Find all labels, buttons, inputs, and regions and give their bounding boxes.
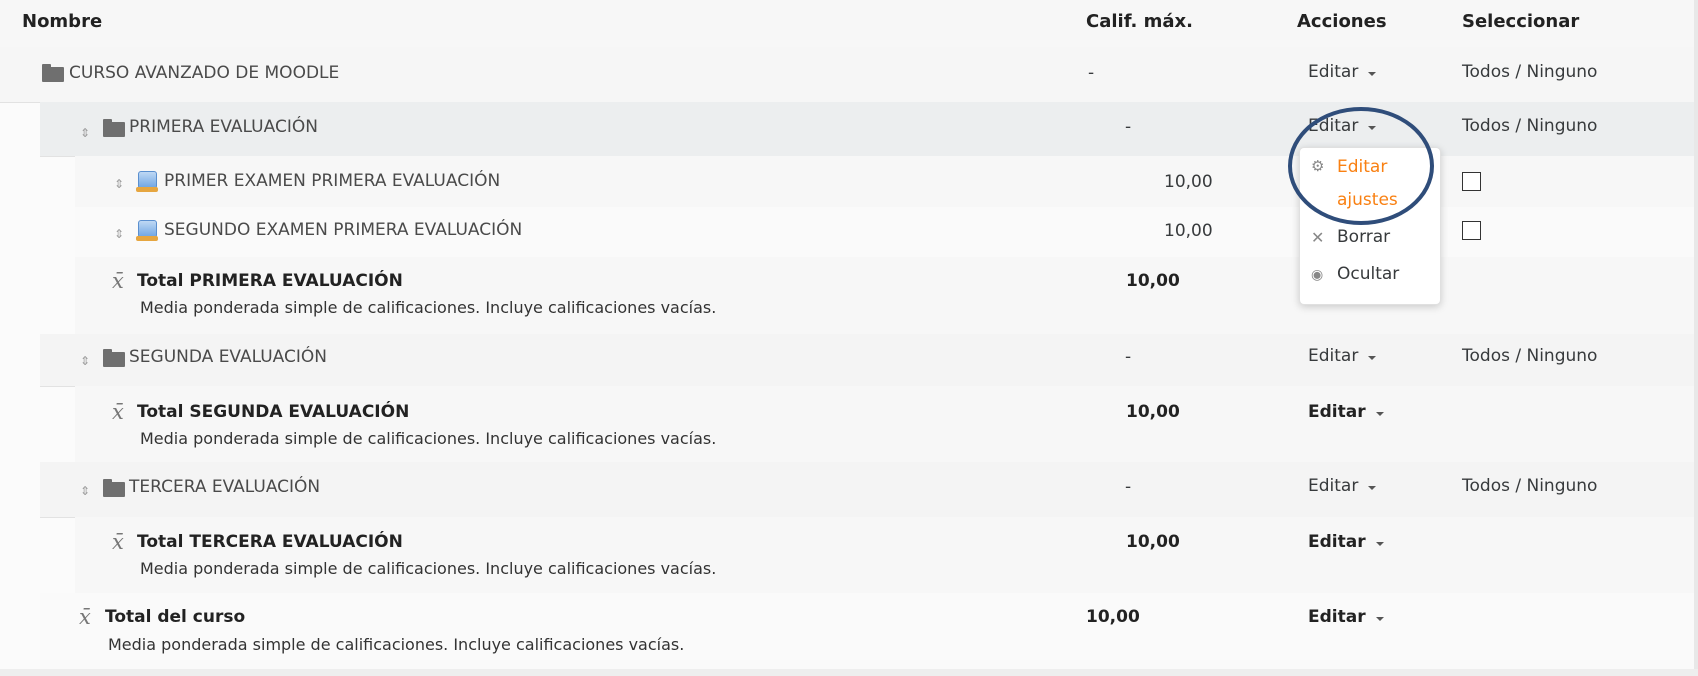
item1-select-checkbox[interactable] (1462, 172, 1481, 191)
course-edit-label: Editar (1308, 62, 1359, 82)
course-total-max: 10,00 (1086, 607, 1140, 627)
total3-name: Total TERCERA EVALUACIÓN (137, 532, 403, 552)
assignment-icon (136, 220, 158, 241)
mean-icon: x̄ (112, 530, 124, 554)
chevron-down-icon (1375, 617, 1384, 621)
cat2-select-all-none[interactable]: Todos / Ninguno (1462, 346, 1597, 366)
move-icon[interactable]: ⇕ (114, 228, 124, 240)
mean-icon: x̄ (79, 605, 91, 629)
course-select-all-none[interactable]: Todos / Ninguno (1462, 62, 1597, 82)
cat3-max: - (1125, 477, 1132, 497)
cat3-edit-label: Editar (1308, 476, 1359, 496)
cat1-select-all-none[interactable]: Todos / Ninguno (1462, 116, 1597, 136)
highlight-circle (1288, 107, 1434, 225)
delete-icon: ✕ (1311, 228, 1325, 247)
mean-icon: x̄ (112, 400, 124, 424)
course-edit-menu[interactable]: Editar (1308, 62, 1377, 82)
move-icon[interactable]: ⇕ (80, 355, 90, 367)
item1-max: 10,00 (1164, 172, 1213, 192)
move-icon[interactable]: ⇕ (80, 485, 90, 497)
course-name: CURSO AVANZADO DE MOODLE (69, 63, 340, 83)
move-icon[interactable]: ⇕ (114, 178, 124, 190)
header-max-grade: Calif. máx. (1086, 11, 1193, 32)
header-name: Nombre (22, 11, 103, 32)
course-total-name: Total del curso (105, 607, 246, 627)
cat2-edit-label: Editar (1308, 346, 1359, 366)
mean-icon: x̄ (112, 269, 124, 293)
total1-name: Total PRIMERA EVALUACIÓN (137, 271, 403, 291)
total3-row-bg (75, 517, 1698, 594)
total1-row-bg (75, 257, 1698, 334)
total3-desc: Media ponderada simple de calificaciones… (140, 559, 717, 578)
table-header-bg (0, 0, 1698, 48)
total1-desc: Media ponderada simple de calificaciones… (140, 298, 717, 317)
item2-name[interactable]: SEGUNDO EXAMEN PRIMERA EVALUACIÓN (164, 220, 522, 240)
folder-icon (103, 479, 125, 497)
course-total-edit-menu[interactable]: Editar (1308, 607, 1384, 627)
chevron-down-icon (1368, 486, 1377, 490)
chevron-down-icon (1368, 72, 1377, 76)
folder-icon (103, 119, 125, 137)
eye-icon: ◉ (1311, 267, 1324, 283)
folder-icon (42, 64, 64, 82)
course-total-edit-label: Editar (1308, 607, 1366, 627)
course-total-desc: Media ponderada simple de calificaciones… (108, 635, 685, 654)
cat2-name: SEGUNDA EVALUACIÓN (129, 347, 327, 367)
folder-icon (103, 349, 125, 367)
total1-max: 10,00 (1126, 271, 1180, 291)
total2-max: 10,00 (1126, 402, 1180, 422)
total2-edit-menu[interactable]: Editar (1308, 402, 1384, 422)
item2-select-checkbox[interactable] (1462, 221, 1481, 240)
bottom-edge (0, 669, 1698, 676)
cat3-name: TERCERA EVALUACIÓN (129, 477, 321, 497)
total3-max: 10,00 (1126, 532, 1180, 552)
total2-row-bg (75, 386, 1698, 463)
cat2-edit-menu[interactable]: Editar (1308, 346, 1377, 366)
total3-edit-menu[interactable]: Editar (1308, 532, 1384, 552)
assignment-icon (136, 171, 158, 192)
menu-delete[interactable]: Borrar (1337, 227, 1390, 247)
right-edge (1694, 0, 1698, 676)
total3-edit-label: Editar (1308, 532, 1366, 552)
chevron-down-icon (1368, 356, 1377, 360)
move-icon[interactable]: ⇕ (80, 127, 90, 139)
chevron-down-icon (1375, 412, 1384, 416)
course-total-row-bg (40, 593, 1698, 669)
cat3-edit-menu[interactable]: Editar (1308, 476, 1377, 496)
total2-name: Total SEGUNDA EVALUACIÓN (137, 402, 410, 422)
item1-name[interactable]: PRIMER EXAMEN PRIMERA EVALUACIÓN (164, 171, 500, 191)
course-max: - (1088, 63, 1095, 83)
menu-hide[interactable]: Ocultar (1337, 264, 1399, 284)
item2-max: 10,00 (1164, 221, 1213, 241)
cat1-name: PRIMERA EVALUACIÓN (129, 117, 318, 137)
header-actions: Acciones (1297, 11, 1387, 32)
total2-edit-label: Editar (1308, 402, 1366, 422)
cat3-select-all-none[interactable]: Todos / Ninguno (1462, 476, 1597, 496)
total2-desc: Media ponderada simple de calificaciones… (140, 429, 717, 448)
cat2-max: - (1125, 347, 1132, 367)
chevron-down-icon (1375, 542, 1384, 546)
cat1-max: - (1125, 117, 1132, 137)
header-select: Seleccionar (1462, 11, 1580, 32)
